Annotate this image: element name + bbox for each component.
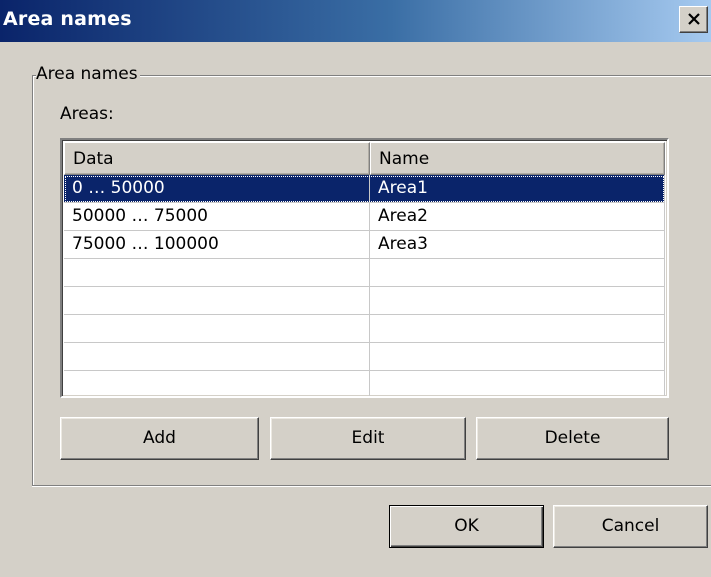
close-icon	[687, 13, 701, 26]
edit-button[interactable]: Edit	[270, 417, 466, 460]
row-data-cell	[64, 371, 370, 396]
table-row[interactable]: 75000 … 100000 Area3	[64, 231, 665, 259]
table-row-empty[interactable]	[64, 343, 665, 371]
table-row-empty[interactable]	[64, 315, 665, 343]
ok-button[interactable]: OK	[389, 505, 544, 548]
row-data-cell: 0 … 50000	[64, 175, 370, 202]
area-names-dialog: Area names Area names Areas: Data Name 0…	[0, 0, 711, 577]
row-name-cell	[370, 259, 665, 286]
row-name-cell	[370, 315, 665, 342]
window-title: Area names	[3, 8, 132, 30]
table-row-empty[interactable]	[64, 371, 665, 396]
table-row-empty[interactable]	[64, 259, 665, 287]
add-button[interactable]: Add	[60, 417, 259, 460]
row-data-cell	[64, 287, 370, 314]
row-data-cell: 50000 … 75000	[64, 203, 370, 230]
table-row[interactable]: 50000 … 75000 Area2	[64, 203, 665, 231]
title-bar[interactable]: Area names	[0, 0, 711, 42]
groupbox-legend: Area names	[36, 64, 140, 84]
row-name-cell: Area2	[370, 203, 665, 230]
row-data-cell	[64, 315, 370, 342]
row-name-cell: Area3	[370, 231, 665, 258]
row-data-cell	[64, 343, 370, 370]
row-name-cell	[370, 343, 665, 370]
list-header: Data Name	[64, 142, 665, 175]
close-button[interactable]	[679, 6, 708, 33]
row-name-cell	[370, 287, 665, 314]
column-header-data[interactable]: Data	[64, 142, 370, 175]
row-name-cell	[370, 371, 665, 396]
delete-button[interactable]: Delete	[476, 417, 669, 460]
table-row[interactable]: 0 … 50000 Area1	[64, 175, 665, 203]
row-name-cell: Area1	[370, 175, 665, 202]
row-data-cell	[64, 259, 370, 286]
table-row-empty[interactable]	[64, 287, 665, 315]
cancel-button[interactable]: Cancel	[553, 505, 708, 548]
areas-label: Areas:	[60, 104, 114, 124]
column-header-name[interactable]: Name	[370, 142, 665, 175]
row-data-cell: 75000 … 100000	[64, 231, 370, 258]
areas-list[interactable]: Data Name 0 … 50000 Area1 50000 … 75000 …	[60, 138, 669, 398]
list-rows: 0 … 50000 Area1 50000 … 75000 Area2 7500…	[64, 175, 665, 396]
